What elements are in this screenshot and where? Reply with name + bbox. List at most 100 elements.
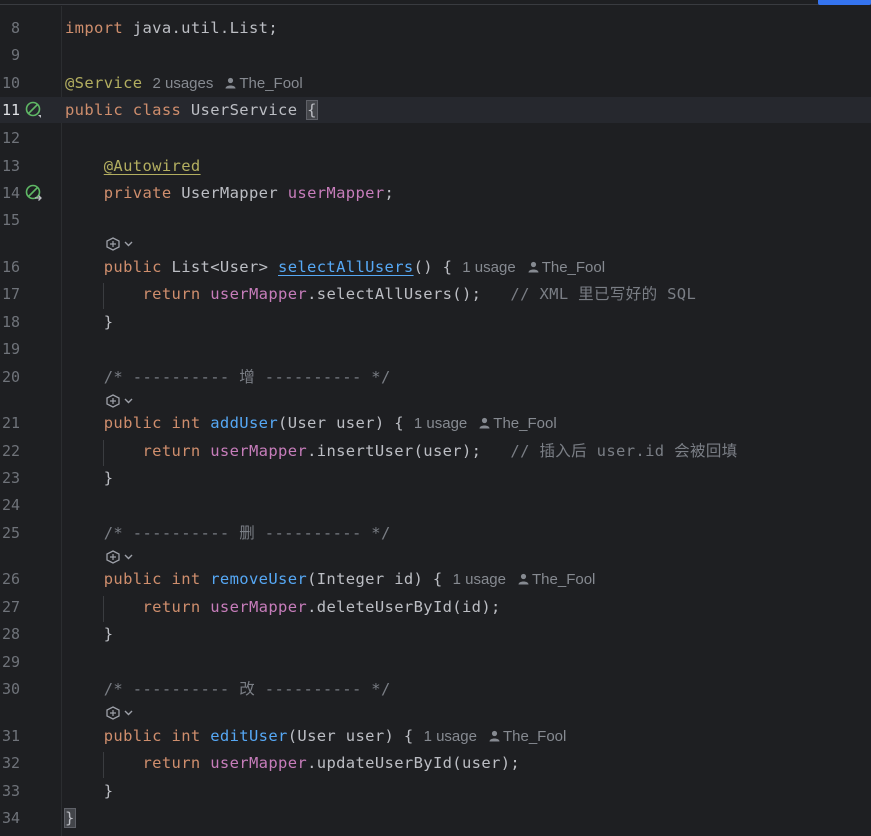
annotation: @Service (65, 74, 143, 92)
author-hint[interactable]: The_Fool (503, 728, 566, 745)
code-line[interactable]: 33 } (0, 778, 871, 804)
code-line[interactable]: 26 public int removeUser(Integer id) {1 … (0, 566, 871, 592)
code-line[interactable]: 8 import java.util.List; (0, 15, 871, 41)
line-number: 25 (1, 524, 20, 542)
class-name: UserService (190, 101, 308, 119)
code-text: selectAllUsers(); (316, 285, 482, 303)
usages-hint[interactable]: 1 usage (424, 728, 477, 745)
code-line[interactable]: 21 public int addUser(User user) {1 usag… (0, 410, 871, 436)
closing-brace: } (103, 313, 114, 331)
line-number: 13 (1, 157, 20, 175)
code-line[interactable]: 9 (0, 42, 871, 68)
line-number: 12 (1, 129, 20, 147)
keyword: return (142, 285, 211, 303)
keyword: public (103, 258, 172, 276)
line-number: 11 (1, 101, 20, 119)
code-line[interactable]: 15 (0, 207, 871, 233)
code-line[interactable]: 30 /* ---------- 改 ---------- */ (0, 676, 871, 702)
line-number: 31 (1, 727, 20, 745)
code-line[interactable]: 18 } (0, 309, 871, 335)
code-line[interactable]: 13 @Autowired (0, 153, 871, 179)
code-lens-ai-icon[interactable] (105, 549, 135, 564)
code-text: java.util.List; (123, 19, 279, 37)
author-hint[interactable]: The_Fool (542, 259, 605, 276)
line-number: 26 (1, 570, 20, 588)
keyword: public int (103, 414, 211, 432)
code-line[interactable]: 34 } (0, 805, 871, 831)
keyword: return (142, 598, 211, 616)
code-line[interactable]: 32 return userMapper.updateUserById(user… (0, 750, 871, 776)
closing-brace: } (103, 782, 114, 800)
method-name: editUser (210, 727, 288, 745)
keyword: private (103, 184, 182, 202)
code-line[interactable]: 14 private UserMapper userMapper; (0, 180, 871, 206)
line-number: 14 (1, 184, 20, 202)
author-hint[interactable]: The_Fool (239, 75, 302, 92)
code-line[interactable]: 16 public List<User> selectAllUsers() {1… (0, 254, 871, 280)
author-hint[interactable]: The_Fool (532, 571, 595, 588)
code-text: (Integer id) { (307, 570, 443, 588)
line-number: 20 (1, 368, 20, 386)
code-line[interactable]: 17 return userMapper.selectAllUsers(); /… (0, 281, 871, 307)
code-line[interactable]: 25 /* ---------- 删 ---------- */ (0, 520, 871, 546)
line-number: 22 (1, 442, 20, 460)
code-text: .deleteUserById(id); (307, 598, 501, 616)
code-line[interactable]: 28 } (0, 621, 871, 647)
code-text: .updateUserById(user); (307, 754, 521, 772)
line-number: 34 (1, 809, 20, 827)
code-line[interactable]: 24 (0, 492, 871, 518)
code-lens-ai-icon[interactable] (105, 236, 135, 251)
code-line[interactable]: 10 @Service 2 usages The_Fool (0, 70, 871, 96)
code-lens-ai-icon[interactable] (105, 705, 135, 720)
code-text: .insertUser(user); (307, 442, 482, 460)
line-number: 32 (1, 754, 20, 772)
closing-brace: } (103, 625, 114, 643)
code-line[interactable]: 12 (0, 125, 871, 151)
line-number: 21 (1, 414, 20, 432)
usages-hint[interactable]: 1 usage (453, 571, 506, 588)
person-icon (528, 256, 539, 282)
code-line[interactable]: 29 (0, 649, 871, 675)
line-number: 10 (1, 74, 20, 92)
line-number: 30 (1, 680, 20, 698)
matched-brace: } (64, 808, 76, 828)
person-icon (479, 412, 490, 438)
code-text: (User user) { (287, 727, 414, 745)
code-line[interactable]: 22 return userMapper.insertUser(user); /… (0, 438, 871, 464)
code-line[interactable]: 23 } (0, 465, 871, 491)
field-name: userMapper (210, 754, 308, 772)
code-text: () { (413, 258, 453, 276)
matched-brace: { (306, 100, 318, 120)
code-line[interactable]: 31 public int editUser(User user) { 1 usa… (0, 723, 871, 749)
line-number: 18 (1, 313, 20, 331)
keyword: return (142, 754, 211, 772)
usages-hint[interactable]: 1 usage (414, 415, 467, 432)
line-number: 15 (1, 211, 20, 229)
field-name: userMapper (210, 285, 308, 303)
method-name: removeUser (210, 570, 308, 588)
line-number: 27 (1, 598, 20, 616)
person-icon (489, 725, 500, 751)
code-line[interactable]: 27 return userMapper.deleteUserById(id); (0, 594, 871, 620)
author-hint[interactable]: The_Fool (493, 415, 556, 432)
code-line-current[interactable]: 11 public class UserService { (0, 97, 871, 123)
usages-hint[interactable]: 1 usage (462, 259, 515, 276)
person-icon (518, 568, 529, 594)
type-name: UserMapper (181, 184, 288, 202)
line-number: 28 (1, 625, 20, 643)
code-line[interactable]: 20 /* ---------- 增 ---------- */ (0, 364, 871, 390)
keyword: public int (103, 727, 211, 745)
method-name: selectAllUsers (278, 258, 414, 276)
line-number: 29 (1, 653, 20, 671)
code-text: ; (384, 184, 395, 202)
person-icon (225, 72, 236, 98)
horizontal-scrollbar-thumb[interactable] (818, 0, 871, 5)
line-number: 16 (1, 258, 20, 276)
code-lens-ai-icon[interactable] (105, 393, 135, 408)
usages-hint[interactable]: 2 usages (152, 75, 213, 92)
code-text: . (307, 285, 317, 303)
annotation: @Autowired (103, 157, 201, 175)
code-line[interactable]: 19 (0, 336, 871, 362)
bean-icon[interactable] (25, 101, 43, 119)
bean-navigate-icon[interactable] (25, 184, 43, 202)
